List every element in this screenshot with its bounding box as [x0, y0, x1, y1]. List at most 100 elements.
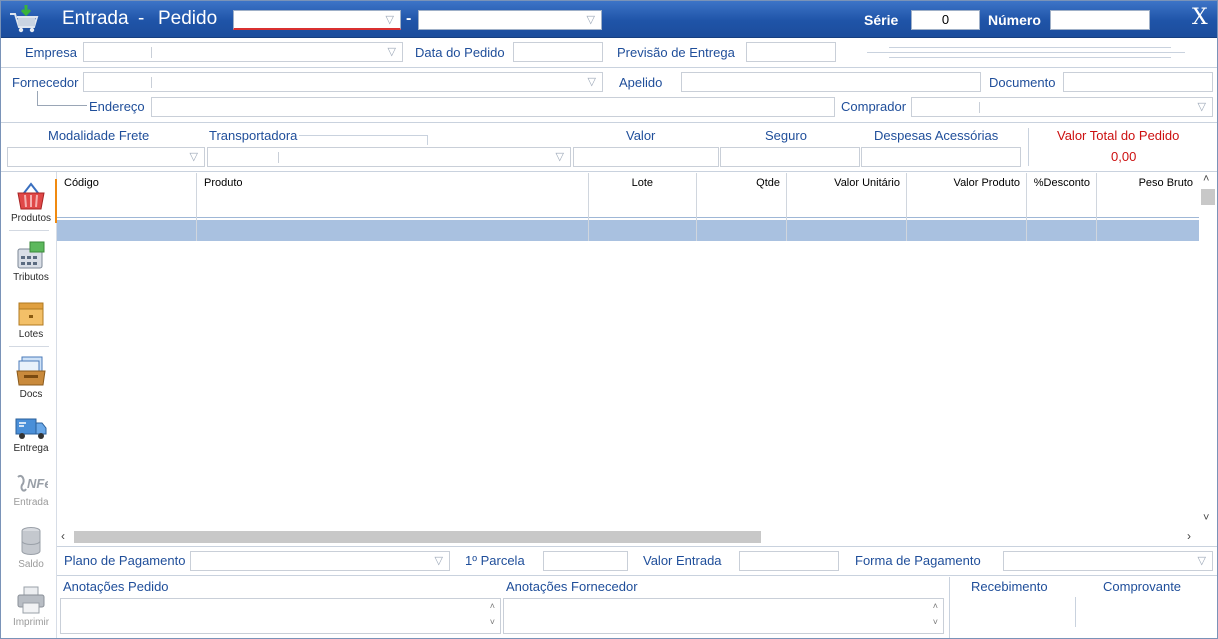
- comprovante-label: Comprovante: [1103, 579, 1182, 594]
- anotacoes-pedido-textarea[interactable]: ˄ ˅: [60, 598, 501, 634]
- valor-label: Valor: [626, 128, 656, 143]
- column-divider: [196, 173, 197, 241]
- combo-dash: -: [406, 10, 412, 27]
- forma-pagamento-select[interactable]: ▽: [1003, 551, 1213, 571]
- close-button[interactable]: X: [1192, 5, 1208, 30]
- vertical-scrollbar[interactable]: [1199, 173, 1217, 529]
- divider: [1075, 597, 1076, 627]
- connector: [37, 91, 38, 105]
- order-entry-window: Entrada - Pedido ▽ - ▽ Série 0 Número X …: [0, 0, 1218, 639]
- window-subtitle: Pedido: [158, 8, 218, 29]
- column-header-valor-unitario[interactable]: Valor Unitário: [791, 177, 900, 195]
- vertical-scrollbar-thumb[interactable]: [1201, 189, 1215, 205]
- truck-icon: [15, 418, 47, 439]
- scroll-right-icon[interactable]: ›: [1187, 529, 1191, 543]
- sidebar-item-label: Entrega: [13, 443, 49, 454]
- divider: [9, 230, 49, 231]
- column-divider: [786, 173, 787, 241]
- column-header-produto[interactable]: Produto: [204, 177, 243, 195]
- column-header-lote[interactable]: Lote: [601, 177, 653, 195]
- column-header-qtde[interactable]: Qtde: [701, 177, 780, 195]
- column-header-peso-bruto[interactable]: Peso Bruto: [1099, 177, 1193, 195]
- chevron-down-icon: ▽: [1197, 101, 1206, 113]
- fornecedor-select[interactable]: ▽: [83, 72, 603, 92]
- sidebar-item-docs[interactable]: Docs: [7, 355, 55, 400]
- comprador-select[interactable]: ▽: [911, 97, 1213, 117]
- column-header-codigo[interactable]: Código: [64, 177, 99, 195]
- order-type-select[interactable]: ▽: [233, 10, 401, 30]
- valor-field[interactable]: [573, 147, 719, 167]
- sidebar-item-label: Tributos: [13, 272, 49, 283]
- nfe-icon: NFe: [17, 475, 48, 492]
- scroll-up-icon[interactable]: ˄: [490, 601, 495, 611]
- forma-pagamento-label: Forma de Pagamento: [855, 553, 981, 568]
- transportadora-select[interactable]: ▽: [207, 147, 571, 167]
- basket-icon: [17, 182, 45, 210]
- sidebar-item-label: Entrada: [13, 497, 49, 508]
- valor-entrada-field[interactable]: [739, 551, 839, 571]
- sidebar-item-produtos[interactable]: Produtos: [7, 181, 55, 224]
- sidebar-item-label: Saldo: [18, 559, 44, 570]
- column-divider: [696, 173, 697, 241]
- sidebar-item-tributos[interactable]: Tributos: [7, 240, 55, 283]
- sidebar-item-entrada[interactable]: NFe Entrada: [7, 471, 55, 508]
- documents-icon: [16, 356, 46, 386]
- column-divider: [906, 173, 907, 241]
- serie-field[interactable]: 0: [911, 10, 980, 30]
- serie-label: Série: [864, 12, 899, 28]
- valor-entrada-label: Valor Entrada: [643, 553, 722, 568]
- empresa-select[interactable]: ▽: [83, 42, 403, 62]
- chevron-down-icon: ▽: [587, 76, 596, 88]
- plano-pagamento-select[interactable]: ▽: [190, 551, 450, 571]
- chevron-down-icon: ▽: [434, 555, 443, 567]
- title-bar: Entrada - Pedido ▽ - ▽ Série 0 Número X: [1, 1, 1217, 38]
- connector: [37, 105, 87, 106]
- scroll-down-icon[interactable]: ˅: [1203, 512, 1209, 524]
- divider: [299, 135, 427, 136]
- column-header-valor-produto[interactable]: Valor Produto: [911, 177, 1020, 195]
- despesas-field[interactable]: [861, 147, 1021, 167]
- transportadora-label: Transportadora: [209, 128, 298, 143]
- divider: [57, 575, 1217, 576]
- divider: [427, 135, 428, 145]
- title-separator: -: [138, 8, 145, 29]
- valor-total-value: 0,00: [1111, 149, 1137, 164]
- sidebar-item-saldo[interactable]: Saldo: [7, 525, 55, 570]
- endereco-field[interactable]: [151, 97, 835, 117]
- calculator-icon: [17, 241, 45, 269]
- divider: [867, 52, 1185, 53]
- seguro-field[interactable]: [720, 147, 860, 167]
- modalidade-frete-select[interactable]: ▽: [7, 147, 205, 167]
- scroll-left-icon[interactable]: ‹: [61, 529, 65, 543]
- empresa-label: Empresa: [25, 45, 78, 60]
- anotacoes-fornecedor-textarea[interactable]: ˄ ˅: [503, 598, 944, 634]
- recebimento-label: Recebimento: [971, 579, 1048, 594]
- documento-label: Documento: [989, 75, 1056, 90]
- numero-field[interactable]: [1050, 10, 1150, 30]
- horizontal-scrollbar-thumb[interactable]: [74, 531, 761, 543]
- fornecedor-label: Fornecedor: [12, 75, 79, 90]
- sidebar-item-lotes[interactable]: Lotes: [7, 299, 55, 340]
- previsao-entrega-field[interactable]: [746, 42, 836, 62]
- sidebar-item-entrega[interactable]: Entrega: [7, 415, 55, 454]
- primeira-parcela-field[interactable]: [543, 551, 628, 571]
- cart-download-icon: [10, 5, 39, 33]
- sidebar-item-imprimir[interactable]: Imprimir: [7, 585, 55, 628]
- documento-field[interactable]: [1063, 72, 1213, 92]
- operation-select[interactable]: ▽: [418, 10, 602, 30]
- apelido-field[interactable]: [681, 72, 981, 92]
- plano-pagamento-label: Plano de Pagamento: [64, 553, 186, 568]
- table-row-selected[interactable]: [57, 220, 1199, 241]
- scroll-up-icon[interactable]: ˄: [933, 601, 938, 611]
- column-header-desconto[interactable]: %Desconto: [1029, 177, 1090, 195]
- column-divider: [1026, 173, 1027, 241]
- column-divider: [588, 173, 589, 241]
- scroll-down-icon[interactable]: ˅: [933, 617, 938, 627]
- sidebar-item-label: Produtos: [10, 213, 52, 224]
- divider: [9, 346, 49, 347]
- data-pedido-field[interactable]: [513, 42, 603, 62]
- scroll-up-icon[interactable]: ˄: [1203, 173, 1209, 185]
- scroll-down-icon[interactable]: ˅: [490, 617, 495, 627]
- chevron-down-icon: ▽: [189, 151, 198, 163]
- primeira-parcela-label: 1º Parcela: [465, 553, 525, 568]
